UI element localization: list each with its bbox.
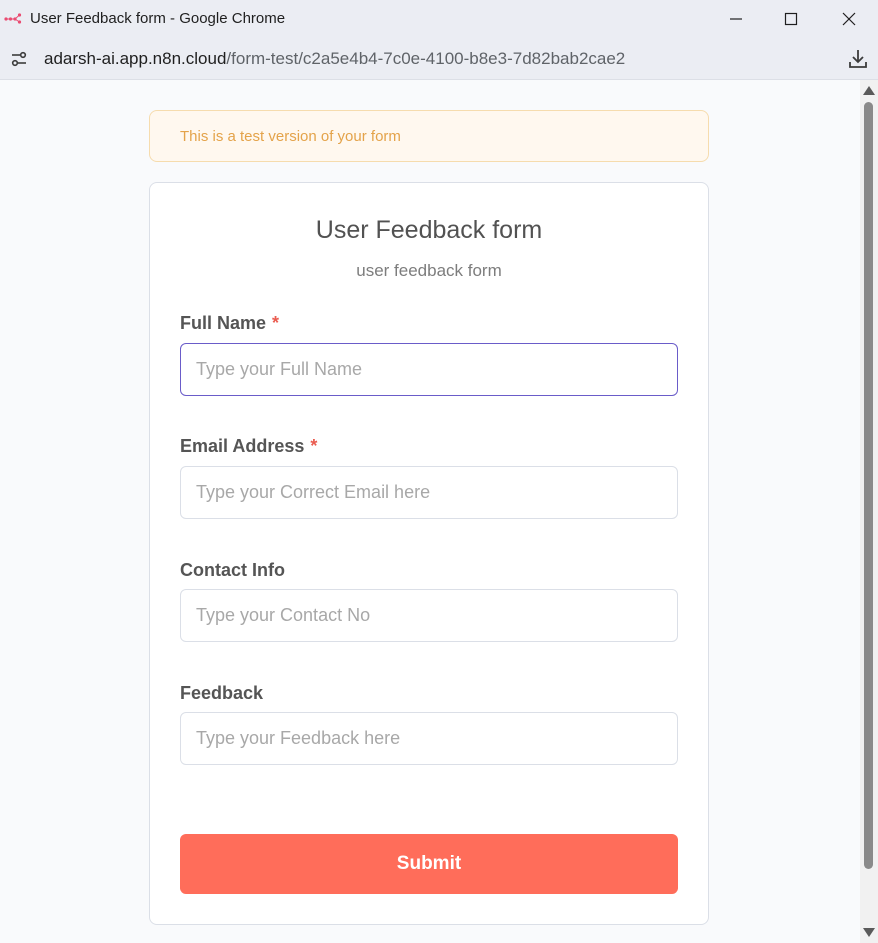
email-label: Email Address * <box>180 436 317 457</box>
scroll-up-arrow-icon[interactable] <box>863 86 875 95</box>
minimize-icon <box>730 18 742 20</box>
minimize-button[interactable] <box>708 0 764 38</box>
full-name-input[interactable] <box>180 343 678 396</box>
form-title: User Feedback form <box>315 216 543 244</box>
scroll-down-arrow-icon[interactable] <box>863 928 875 937</box>
page-content: This is a test version of your form User… <box>0 80 878 943</box>
close-button[interactable] <box>821 0 877 38</box>
feedback-input[interactable] <box>180 712 678 765</box>
url-path: /form-test/c2a5e4b4-7c0e-4100-b8e3-7d82b… <box>226 49 626 68</box>
full-name-label: Full Name * <box>180 313 279 334</box>
banner-text: This is a test version of your form <box>180 128 401 145</box>
contact-info-input[interactable] <box>180 589 678 642</box>
window-titlebar: User Feedback form - Google Chrome <box>0 0 878 38</box>
maximize-button[interactable] <box>763 0 819 38</box>
download-button[interactable] <box>843 44 873 74</box>
email-label-text: Email Address <box>180 436 305 456</box>
required-mark: * <box>310 436 318 456</box>
url-host: adarsh-ai.app.n8n.cloud <box>44 49 227 68</box>
feedback-label-text: Feedback <box>180 683 264 703</box>
submit-button[interactable]: Submit <box>180 834 678 894</box>
email-input[interactable] <box>180 466 678 519</box>
required-mark: * <box>272 313 280 333</box>
site-info-button[interactable] <box>6 46 32 72</box>
close-icon <box>842 12 856 26</box>
contact-info-label-text: Contact Info <box>180 560 285 580</box>
site-settings-icon <box>11 51 27 67</box>
test-version-banner: This is a test version of your form <box>149 110 709 162</box>
full-name-label-text: Full Name <box>180 313 267 333</box>
maximize-icon <box>784 12 798 26</box>
form-subtitle: user feedback form <box>356 261 502 280</box>
vertical-scrollbar[interactable] <box>860 80 878 943</box>
address-bar: adarsh-ai.app.n8n.cloud/form-test/c2a5e4… <box>0 38 878 80</box>
n8n-logo-icon <box>4 13 22 24</box>
window-title: User Feedback form - Google Chrome <box>30 10 286 27</box>
url-field[interactable]: adarsh-ai.app.n8n.cloud/form-test/c2a5e4… <box>44 49 625 69</box>
download-icon <box>849 50 867 68</box>
contact-info-label: Contact Info <box>180 560 285 581</box>
scrollbar-thumb[interactable] <box>864 102 873 869</box>
form-card: User Feedback form user feedback form Fu… <box>149 182 709 925</box>
feedback-label: Feedback <box>180 683 263 704</box>
